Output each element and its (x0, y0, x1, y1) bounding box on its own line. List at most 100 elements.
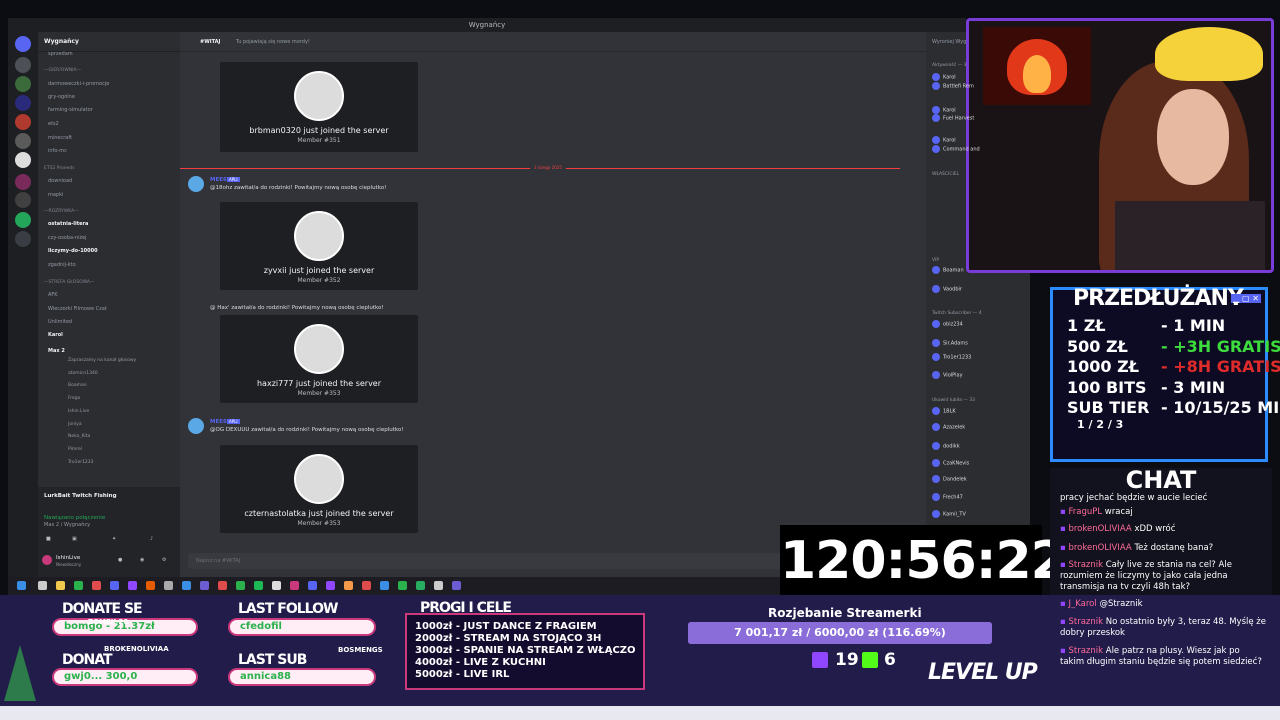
member-item[interactable]: 1BLK (932, 407, 956, 415)
member-item[interactable]: Fuel Harvest (932, 114, 974, 122)
member-item[interactable]: Boaman (932, 266, 964, 274)
channel-category[interactable]: —ROZRYWKA— (44, 209, 79, 214)
add-server-icon[interactable] (15, 212, 31, 228)
headphones-icon[interactable]: ◉ (140, 557, 144, 563)
app-icon[interactable] (308, 581, 317, 590)
voice-user[interactable]: Ishin.Live (68, 409, 89, 414)
app-icon[interactable] (182, 581, 191, 590)
server-icon[interactable] (15, 57, 31, 73)
member-item[interactable]: Frech47 (932, 493, 963, 501)
chat-username[interactable]: Straznik (1068, 560, 1103, 570)
message-author[interactable]: MEE6 (210, 419, 227, 425)
channel-item[interactable]: darmoweczki-i-promocje (48, 81, 109, 87)
chat-username[interactable]: Straznik (1068, 646, 1103, 656)
message-author[interactable]: MEE6 (210, 177, 227, 183)
server-icon[interactable] (15, 95, 31, 111)
avatar[interactable] (188, 418, 204, 434)
app-icon[interactable] (362, 581, 371, 590)
app-icon[interactable] (344, 581, 353, 590)
channel-item[interactable]: download (48, 178, 72, 184)
channel-item[interactable]: Wieczorki Filmowe Czat (48, 306, 107, 312)
voice-user[interactable]: Joniya (68, 422, 82, 427)
start-icon[interactable] (17, 581, 26, 590)
mic-icon[interactable]: ● (118, 557, 122, 563)
explorer-icon[interactable] (56, 581, 65, 590)
channel-item[interactable]: liczymy-do-10000 (48, 248, 98, 254)
app-icon[interactable] (398, 581, 407, 590)
channel-item[interactable]: info-mc (48, 148, 67, 154)
server-icon[interactable] (15, 133, 31, 149)
channel-category[interactable]: —STREFA GŁOSOWA— (44, 280, 95, 285)
member-item[interactable]: Battlefi Rem (932, 82, 974, 90)
app-icon[interactable] (272, 581, 281, 590)
discord-icon[interactable] (110, 581, 119, 590)
app-icon[interactable] (452, 581, 461, 590)
channel-category[interactable]: ETS2 Proeeds (44, 166, 75, 171)
channel-item[interactable]: ostatnia-litera (48, 221, 88, 227)
channel-item[interactable]: AFK (48, 292, 58, 298)
app-icon[interactable] (200, 581, 209, 590)
server-name[interactable]: Wygnańcy (38, 32, 180, 52)
app-icon[interactable] (218, 581, 227, 590)
member-item[interactable]: Dandelek (932, 475, 967, 483)
steam-icon[interactable] (380, 581, 389, 590)
app-icon[interactable] (434, 581, 443, 590)
member-item[interactable]: Command and (932, 145, 980, 153)
member-item[interactable]: Karol (932, 73, 956, 81)
server-icon[interactable] (15, 114, 31, 130)
chat-username[interactable]: brokenOLIVIAA (1068, 524, 1131, 534)
discord-home-icon[interactable] (15, 36, 31, 52)
soundboard-icon[interactable]: ♪ (150, 536, 153, 542)
member-item[interactable]: Azazelek (932, 423, 965, 431)
channel-category[interactable]: —GIER/OWNIA— (44, 68, 81, 73)
channel-item[interactable]: farming-simulator (48, 107, 93, 113)
app-icon[interactable] (146, 581, 155, 590)
server-icon[interactable] (15, 192, 31, 208)
server-icon[interactable] (15, 152, 31, 168)
chat-username[interactable]: brokenOLIVIAA (1068, 543, 1131, 553)
voice-channel[interactable]: Max 2 / Wygnańcy (44, 522, 90, 528)
channel-item[interactable]: ets2 (48, 121, 59, 127)
voice-user[interactable]: Boaman (68, 383, 87, 388)
channel-item[interactable]: mapki (48, 192, 63, 198)
app-icon[interactable] (416, 581, 425, 590)
channel-item[interactable]: Karol (48, 332, 63, 338)
voice-user[interactable]: Zapraszamy na kanał głosowy (68, 358, 136, 363)
channel-item[interactable]: czy-osoba-niżej (48, 235, 87, 241)
member-item[interactable]: obiz234 (932, 320, 963, 328)
channel-item[interactable]: gry-ogólne (48, 94, 75, 100)
app-icon[interactable] (74, 581, 83, 590)
server-icon[interactable] (15, 174, 31, 190)
avatar[interactable] (188, 176, 204, 192)
channel-item[interactable]: minecraft (48, 135, 72, 141)
chat-username[interactable]: Straznik (1068, 617, 1103, 627)
channel-item[interactable]: zgadnij-kto (48, 262, 76, 268)
app-icon[interactable] (164, 581, 173, 590)
voice-user[interactable]: Neko_Kita (68, 434, 90, 439)
activities-icon[interactable]: ✦ (112, 536, 116, 542)
member-item[interactable]: Vaodbir (932, 285, 962, 293)
camera-icon[interactable]: ■ (46, 536, 51, 542)
chat-username[interactable]: FraguPL (1068, 507, 1102, 517)
voice-user[interactable]: Tro1er1233 (68, 460, 94, 465)
obs-icon[interactable] (290, 581, 299, 590)
chat-username[interactable]: J_Karol (1068, 599, 1096, 609)
spotify-icon[interactable] (254, 581, 263, 590)
member-item[interactable]: dodikk (932, 442, 960, 450)
avatar[interactable] (42, 555, 52, 565)
gear-icon[interactable]: ⚙ (162, 557, 166, 563)
app-icon[interactable] (326, 581, 335, 590)
member-item[interactable]: Tro1er1233 (932, 353, 971, 361)
member-item[interactable]: Sir.Adams (932, 339, 968, 347)
search-icon[interactable] (38, 581, 47, 590)
voice-user[interactable]: Frego (68, 396, 80, 401)
member-item[interactable]: ViolPlay (932, 371, 963, 379)
twitch-icon[interactable] (128, 581, 137, 590)
voice-user[interactable]: atomicn1340 (68, 371, 98, 376)
server-icon[interactable] (15, 76, 31, 92)
explore-icon[interactable] (15, 231, 31, 247)
voice-user[interactable]: Pimrel (68, 447, 82, 452)
app-icon[interactable] (236, 581, 245, 590)
member-item[interactable]: Karol (932, 106, 956, 114)
channel-item[interactable]: Unlimited (48, 319, 72, 325)
